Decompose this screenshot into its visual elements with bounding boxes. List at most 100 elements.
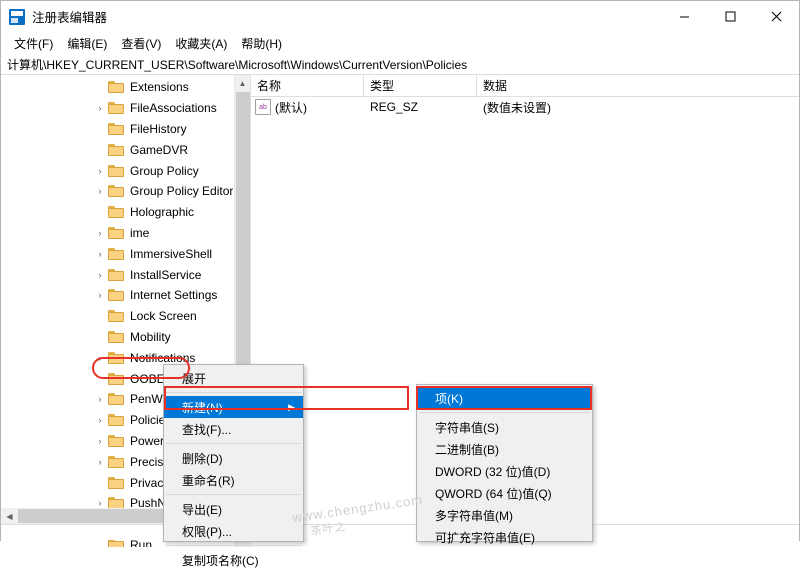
- chevron-right-icon[interactable]: ›: [93, 498, 107, 508]
- context-menu-item-label: 展开: [182, 370, 206, 387]
- chevron-right-icon[interactable]: ›: [93, 228, 107, 238]
- tree-item[interactable]: FileHistory: [1, 119, 233, 140]
- chevron-right-icon[interactable]: ›: [93, 290, 107, 300]
- chevron-right-icon[interactable]: ›: [93, 457, 107, 467]
- scroll-up-arrow[interactable]: ▲: [235, 75, 250, 92]
- tree-item-label: GameDVR: [130, 143, 188, 157]
- folder-icon: [108, 476, 125, 490]
- folder-icon: [108, 80, 125, 94]
- folder-icon: [108, 351, 125, 365]
- tree-item[interactable]: › Group Policy Editor: [1, 181, 233, 202]
- tree-item[interactable]: Holographic: [1, 202, 233, 223]
- minimize-button[interactable]: [661, 1, 707, 32]
- chevron-right-icon[interactable]: ›: [93, 166, 107, 176]
- value-name-cell: ab (默认): [251, 99, 364, 116]
- context-menu-item[interactable]: 展开: [164, 367, 303, 389]
- table-row[interactable]: ab (默认) REG_SZ (数值未设置): [251, 97, 799, 117]
- tree-item[interactable]: › FileAssociations: [1, 98, 233, 119]
- context-menu-item-label: 删除(D): [182, 450, 223, 467]
- folder-icon: [108, 330, 125, 344]
- submenu-item-label: 可扩充字符串值(E): [435, 529, 535, 546]
- editor-content: Extensions › FileAssociations FileHistory Ga…: [1, 75, 799, 547]
- tree-item[interactable]: › ime: [1, 223, 233, 244]
- tree-item[interactable]: › Group Policy: [1, 160, 233, 181]
- folder-icon: [108, 205, 125, 219]
- submenu-item[interactable]: 可扩充字符串值(E): [417, 526, 592, 548]
- tree-item[interactable]: Extensions: [1, 77, 233, 98]
- column-header-data[interactable]: 数据: [477, 75, 799, 96]
- folder-icon: [108, 455, 125, 469]
- submenu-item-label: 项(K): [435, 390, 463, 407]
- tree-item-label: OOBE: [130, 372, 165, 386]
- chevron-right-icon[interactable]: ›: [93, 103, 107, 113]
- tree-item[interactable]: ›Internet Settings: [1, 285, 233, 306]
- tree-item-label: Group Policy Editor: [130, 184, 233, 198]
- menu-edit[interactable]: 编辑(E): [60, 33, 114, 54]
- tree-item[interactable]: ›ImmersiveShell: [1, 243, 233, 264]
- menu-help[interactable]: 帮助(H): [234, 33, 289, 54]
- folder-icon: [108, 413, 125, 427]
- tree-item-label: ime: [130, 226, 149, 240]
- chevron-right-icon[interactable]: ›: [93, 415, 107, 425]
- menu-file[interactable]: 文件(F): [7, 33, 60, 54]
- submenu-item[interactable]: 二进制值(B): [417, 438, 592, 460]
- tree-item[interactable]: Mobility: [1, 327, 233, 348]
- tree-item[interactable]: › InstallService: [1, 264, 233, 285]
- close-button[interactable]: [753, 1, 799, 32]
- context-menu-item-label: 重命名(R): [182, 472, 235, 489]
- submenu-item-label: 二进制值(B): [435, 441, 499, 458]
- folder-icon: [108, 288, 125, 302]
- tree-item[interactable]: Lock Screen: [1, 306, 233, 327]
- address-bar[interactable]: 计算机\HKEY_CURRENT_USER\Software\Microsoft…: [1, 54, 799, 75]
- menu-view[interactable]: 查看(V): [114, 33, 168, 54]
- context-menu-item[interactable]: 查找(F)...: [164, 418, 303, 440]
- context-menu-item[interactable]: 删除(D): [164, 447, 303, 469]
- folder-icon: [108, 434, 125, 448]
- tree-item-label: Extensions: [130, 80, 189, 94]
- chevron-right-icon[interactable]: ›: [93, 249, 107, 259]
- submenu-item[interactable]: 字符串值(S): [417, 416, 592, 438]
- chevron-right-icon[interactable]: ›: [93, 186, 107, 196]
- window-controls: [661, 1, 799, 32]
- context-menu-item[interactable]: 复制项名称(C): [164, 549, 303, 571]
- menu-separator: [166, 392, 301, 393]
- submenu-item[interactable]: 项(K): [417, 387, 592, 409]
- menu-separator: [166, 545, 301, 546]
- folder-icon: [108, 226, 125, 240]
- folder-icon: [108, 268, 125, 282]
- tree-item-label: FileAssociations: [130, 101, 217, 115]
- submenu-item[interactable]: DWORD (32 位)值(D): [417, 460, 592, 482]
- chevron-right-icon[interactable]: ›: [93, 394, 107, 404]
- new-submenu: 项(K) 字符串值(S) 二进制值(B) DWORD (32 位)值(D) QWORD …: [416, 384, 593, 542]
- window-title: 注册表编辑器: [32, 7, 107, 26]
- submenu-item-label: QWORD (64 位)值(Q): [435, 485, 552, 502]
- tree-item-label: Group Policy: [130, 164, 199, 178]
- tree-item-label: InstallService: [130, 268, 201, 282]
- context-menu-item-label: 新建(N): [182, 399, 223, 416]
- chevron-right-icon[interactable]: ›: [93, 353, 107, 363]
- title-bar: 注册表编辑器: [1, 1, 799, 32]
- context-menu-item[interactable]: 新建(N)▶: [164, 396, 303, 418]
- menu-favorites[interactable]: 收藏夹(A): [168, 33, 234, 54]
- chevron-right-icon[interactable]: ›: [93, 436, 107, 446]
- chevron-right-icon[interactable]: ›: [93, 270, 107, 280]
- scroll-left-arrow[interactable]: ◀: [1, 508, 18, 524]
- tree-item[interactable]: GameDVR: [1, 139, 233, 160]
- context-menu-item[interactable]: 权限(P)...: [164, 520, 303, 542]
- value-type-cell: REG_SZ: [364, 100, 477, 114]
- menu-bar: 文件(F) 编辑(E) 查看(V) 收藏夹(A) 帮助(H): [1, 32, 799, 54]
- folder-icon: [108, 184, 125, 198]
- context-menu-item[interactable]: 导出(E): [164, 498, 303, 520]
- context-menu-item[interactable]: 重命名(R): [164, 469, 303, 491]
- submenu-item[interactable]: 多字符串值(M): [417, 504, 592, 526]
- folder-icon: [108, 101, 125, 115]
- folder-icon: [108, 392, 125, 406]
- submenu-item[interactable]: QWORD (64 位)值(Q): [417, 482, 592, 504]
- submenu-item-label: 多字符串值(M): [435, 507, 513, 524]
- folder-icon: [108, 247, 125, 261]
- registry-editor-window: 注册表编辑器 文件(F) 编辑(E) 查看(V) 收藏夹(A) 帮助(H) 计算…: [0, 0, 800, 541]
- maximize-button[interactable]: [707, 1, 753, 32]
- column-header-type[interactable]: 类型: [364, 75, 477, 96]
- context-menu-item-label: 复制项名称(C): [182, 552, 259, 569]
- column-header-name[interactable]: 名称: [251, 75, 364, 96]
